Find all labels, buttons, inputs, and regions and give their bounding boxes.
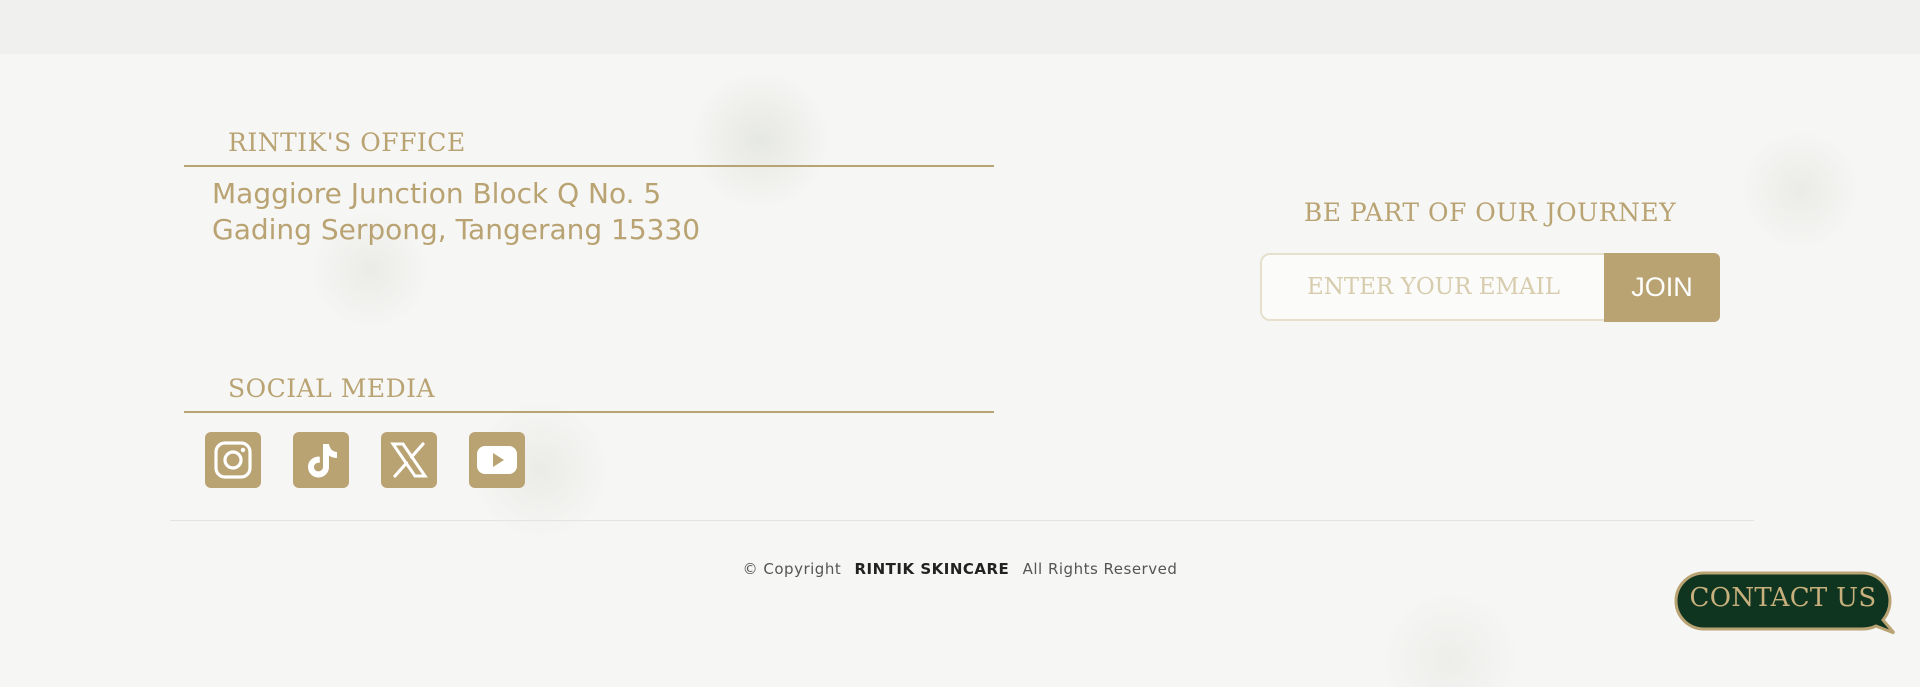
header-bottom-strip xyxy=(0,0,1920,54)
youtube-icon xyxy=(477,446,517,474)
instagram-link[interactable] xyxy=(205,432,261,488)
email-input[interactable] xyxy=(1260,253,1605,321)
address-line-1: Maggiore Junction Block Q No. 5 xyxy=(212,177,662,210)
copyright-text: © Copyright RINTIK SKINCARE All Rights R… xyxy=(0,560,1920,578)
youtube-link[interactable] xyxy=(469,432,525,488)
copyright-prefix: © Copyright xyxy=(742,560,842,578)
social-media-title-rule xyxy=(184,411,994,413)
social-media-title: SOCIAL MEDIA xyxy=(228,374,436,403)
join-button[interactable]: JOIN xyxy=(1604,253,1720,322)
social-links xyxy=(205,432,525,488)
contact-us-button[interactable]: CONTACT US xyxy=(1674,570,1899,636)
office-address: Maggiore Junction Block Q No. 5 Gading S… xyxy=(212,176,700,248)
office-title: RINTIK'S OFFICE xyxy=(228,128,466,157)
newsletter-title: BE PART OF OUR JOURNEY xyxy=(1303,198,1677,227)
contact-us-label: CONTACT US xyxy=(1689,583,1877,613)
office-title-rule xyxy=(184,165,994,167)
copyright-rights: All Rights Reserved xyxy=(1022,560,1178,578)
instagram-icon xyxy=(214,441,252,479)
footer-divider xyxy=(170,520,1754,521)
copyright-brand: RINTIK SKINCARE xyxy=(854,560,1010,578)
address-line-2: Gading Serpong, Tangerang 15330 xyxy=(212,213,701,246)
tiktok-icon xyxy=(308,444,337,478)
x-icon xyxy=(390,442,428,478)
tiktok-link[interactable] xyxy=(293,432,349,488)
x-link[interactable] xyxy=(381,432,437,488)
page-background xyxy=(0,0,1920,687)
